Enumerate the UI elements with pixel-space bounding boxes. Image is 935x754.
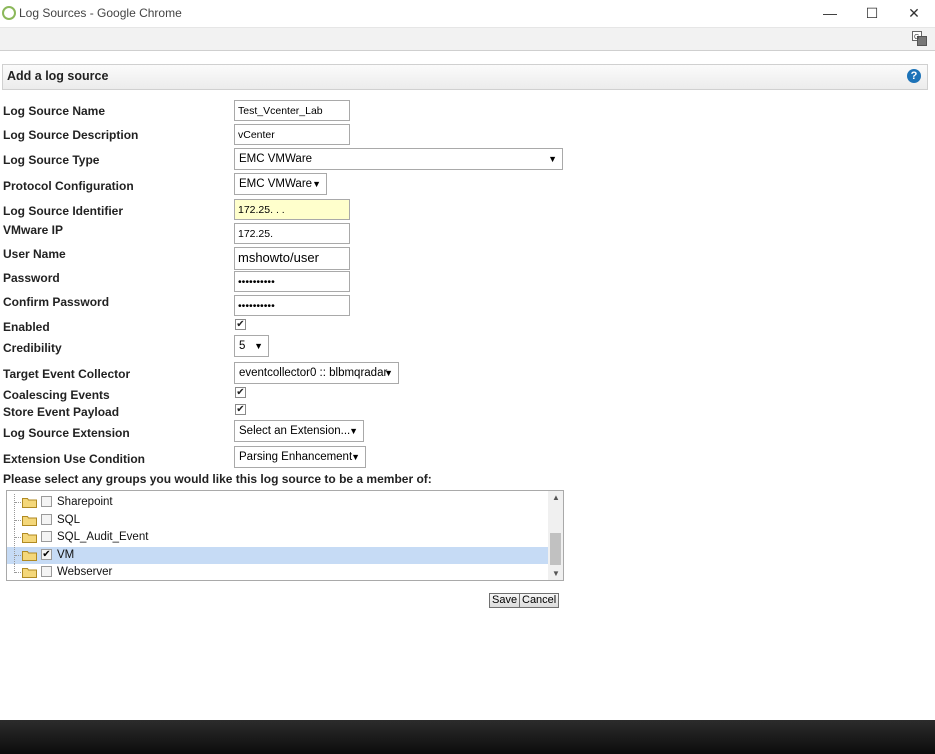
folder-icon (22, 568, 37, 578)
tree-item-webserver[interactable]: Webserver (7, 564, 548, 580)
target-event-collector-value: eventcollector0 :: blbmqradar (239, 367, 388, 379)
form-header: Add a log source ? (2, 64, 928, 90)
enabled-label: Enabled (3, 320, 50, 334)
tree-item-sharepoint[interactable]: Sharepoint (7, 494, 548, 511)
svg-text:G: G (914, 34, 919, 41)
chevron-down-icon: ▼ (384, 368, 393, 378)
tree-scrollbar[interactable]: ▲ ▼ (548, 491, 563, 580)
save-button[interactable]: Save (489, 593, 521, 608)
scroll-up-icon[interactable]: ▲ (552, 493, 560, 502)
protocol-configuration-select[interactable]: EMC VMWare ▼ (234, 173, 327, 195)
log-source-type-value: EMC VMWare (239, 153, 313, 165)
log-source-extension-select[interactable]: Select an Extension... ▼ (234, 420, 364, 442)
coalescing-events-checkbox[interactable]: ✔ (235, 387, 246, 398)
tree-checkbox[interactable] (41, 566, 52, 577)
scroll-down-icon[interactable]: ▼ (552, 569, 560, 578)
user-name-label: User Name (3, 247, 66, 261)
tree-checkbox[interactable] (41, 531, 52, 542)
credibility-label: Credibility (3, 341, 62, 355)
protocol-configuration-label: Protocol Configuration (3, 179, 134, 193)
tree-checkbox[interactable] (41, 514, 52, 525)
cancel-button[interactable]: Cancel (519, 593, 560, 608)
user-name-input[interactable]: mshowto/user (234, 247, 350, 270)
password-label: Password (3, 271, 60, 285)
store-event-payload-checkbox[interactable]: ✔ (235, 404, 246, 415)
folder-icon (22, 498, 37, 508)
tree-checkbox[interactable] (41, 496, 52, 507)
os-taskbar (0, 720, 935, 754)
extension-use-condition-select[interactable]: Parsing Enhancement ▼ (234, 446, 366, 468)
vmware-ip-label: VMware IP (3, 223, 64, 237)
folder-icon (22, 551, 37, 561)
enabled-checkbox[interactable]: ✔ (235, 319, 246, 330)
coalescing-events-label: Coalescing Events (3, 388, 110, 402)
browser-toolbar: G (0, 28, 935, 51)
log-source-identifier-label: Log Source Identifier (3, 204, 124, 218)
store-event-payload-label: Store Event Payload (3, 405, 120, 419)
minimize-button[interactable]: — (815, 3, 845, 23)
window-title: Log Sources - Google Chrome (19, 6, 182, 20)
translate-icon[interactable]: G (912, 31, 927, 46)
target-event-collector-label: Target Event Collector (3, 367, 131, 381)
log-source-type-label: Log Source Type (3, 153, 100, 167)
log-source-name-input[interactable]: Test_Vcenter_Lab (234, 100, 350, 121)
tree-item-label: Webserver (57, 566, 113, 578)
log-source-type-select[interactable]: EMC VMWare ▼ (234, 148, 563, 170)
tree-item-sql-audit-event[interactable]: SQL_Audit_Event (7, 529, 548, 546)
maximize-button[interactable]: ☐ (857, 3, 887, 23)
tree-item-vm[interactable]: ✔ VM (7, 547, 548, 564)
chevron-down-icon: ▼ (254, 341, 263, 351)
extension-use-condition-label: Extension Use Condition (3, 452, 146, 466)
tree-item-label: Sharepoint (57, 496, 113, 508)
log-source-extension-value: Select an Extension... (239, 425, 351, 437)
tree-item-sql[interactable]: SQL (7, 512, 548, 529)
target-event-collector-select[interactable]: eventcollector0 :: blbmqradar ▼ (234, 362, 399, 384)
tree-checkbox[interactable]: ✔ (41, 549, 52, 560)
credibility-select[interactable]: 5 ▼ (234, 335, 269, 357)
tree-item-label: SQL (57, 514, 81, 526)
chevron-down-icon: ▼ (349, 426, 358, 436)
folder-icon (22, 516, 37, 526)
log-source-description-input[interactable]: vCenter (234, 124, 350, 145)
password-input[interactable]: •••••••••• (234, 271, 350, 292)
window-titlebar: Log Sources - Google Chrome — ☐ ✕ (0, 0, 935, 28)
chevron-down-icon: ▼ (351, 452, 360, 462)
confirm-password-input[interactable]: •••••••••• (234, 295, 350, 316)
folder-icon (22, 533, 37, 543)
log-source-description-label: Log Source Description (3, 128, 139, 142)
tree-item-label: SQL_Audit_Event (57, 531, 149, 543)
close-button[interactable]: ✕ (899, 3, 929, 23)
chrome-app-icon (2, 6, 16, 20)
groups-tree[interactable]: Sharepoint SQL SQL_Audit_Event ✔ VM Webs… (6, 490, 564, 581)
log-source-name-label: Log Source Name (3, 104, 106, 118)
page-title: Add a log source (7, 69, 109, 83)
chevron-down-icon: ▼ (312, 179, 321, 189)
log-source-extension-label: Log Source Extension (3, 426, 130, 440)
chevron-down-icon: ▼ (548, 154, 557, 164)
help-icon[interactable]: ? (907, 69, 921, 83)
extension-use-condition-value: Parsing Enhancement (239, 451, 353, 463)
groups-prompt: Please select any groups you would like … (3, 472, 432, 486)
log-source-identifier-input[interactable]: 172.25. . . (234, 199, 350, 220)
vmware-ip-input[interactable]: 172.25. (234, 223, 350, 244)
scrollbar-thumb[interactable] (550, 533, 561, 565)
tree-item-label: VM (57, 549, 75, 561)
confirm-password-label: Confirm Password (3, 295, 110, 309)
credibility-value: 5 (239, 340, 246, 352)
protocol-configuration-value: EMC VMWare (239, 178, 313, 190)
